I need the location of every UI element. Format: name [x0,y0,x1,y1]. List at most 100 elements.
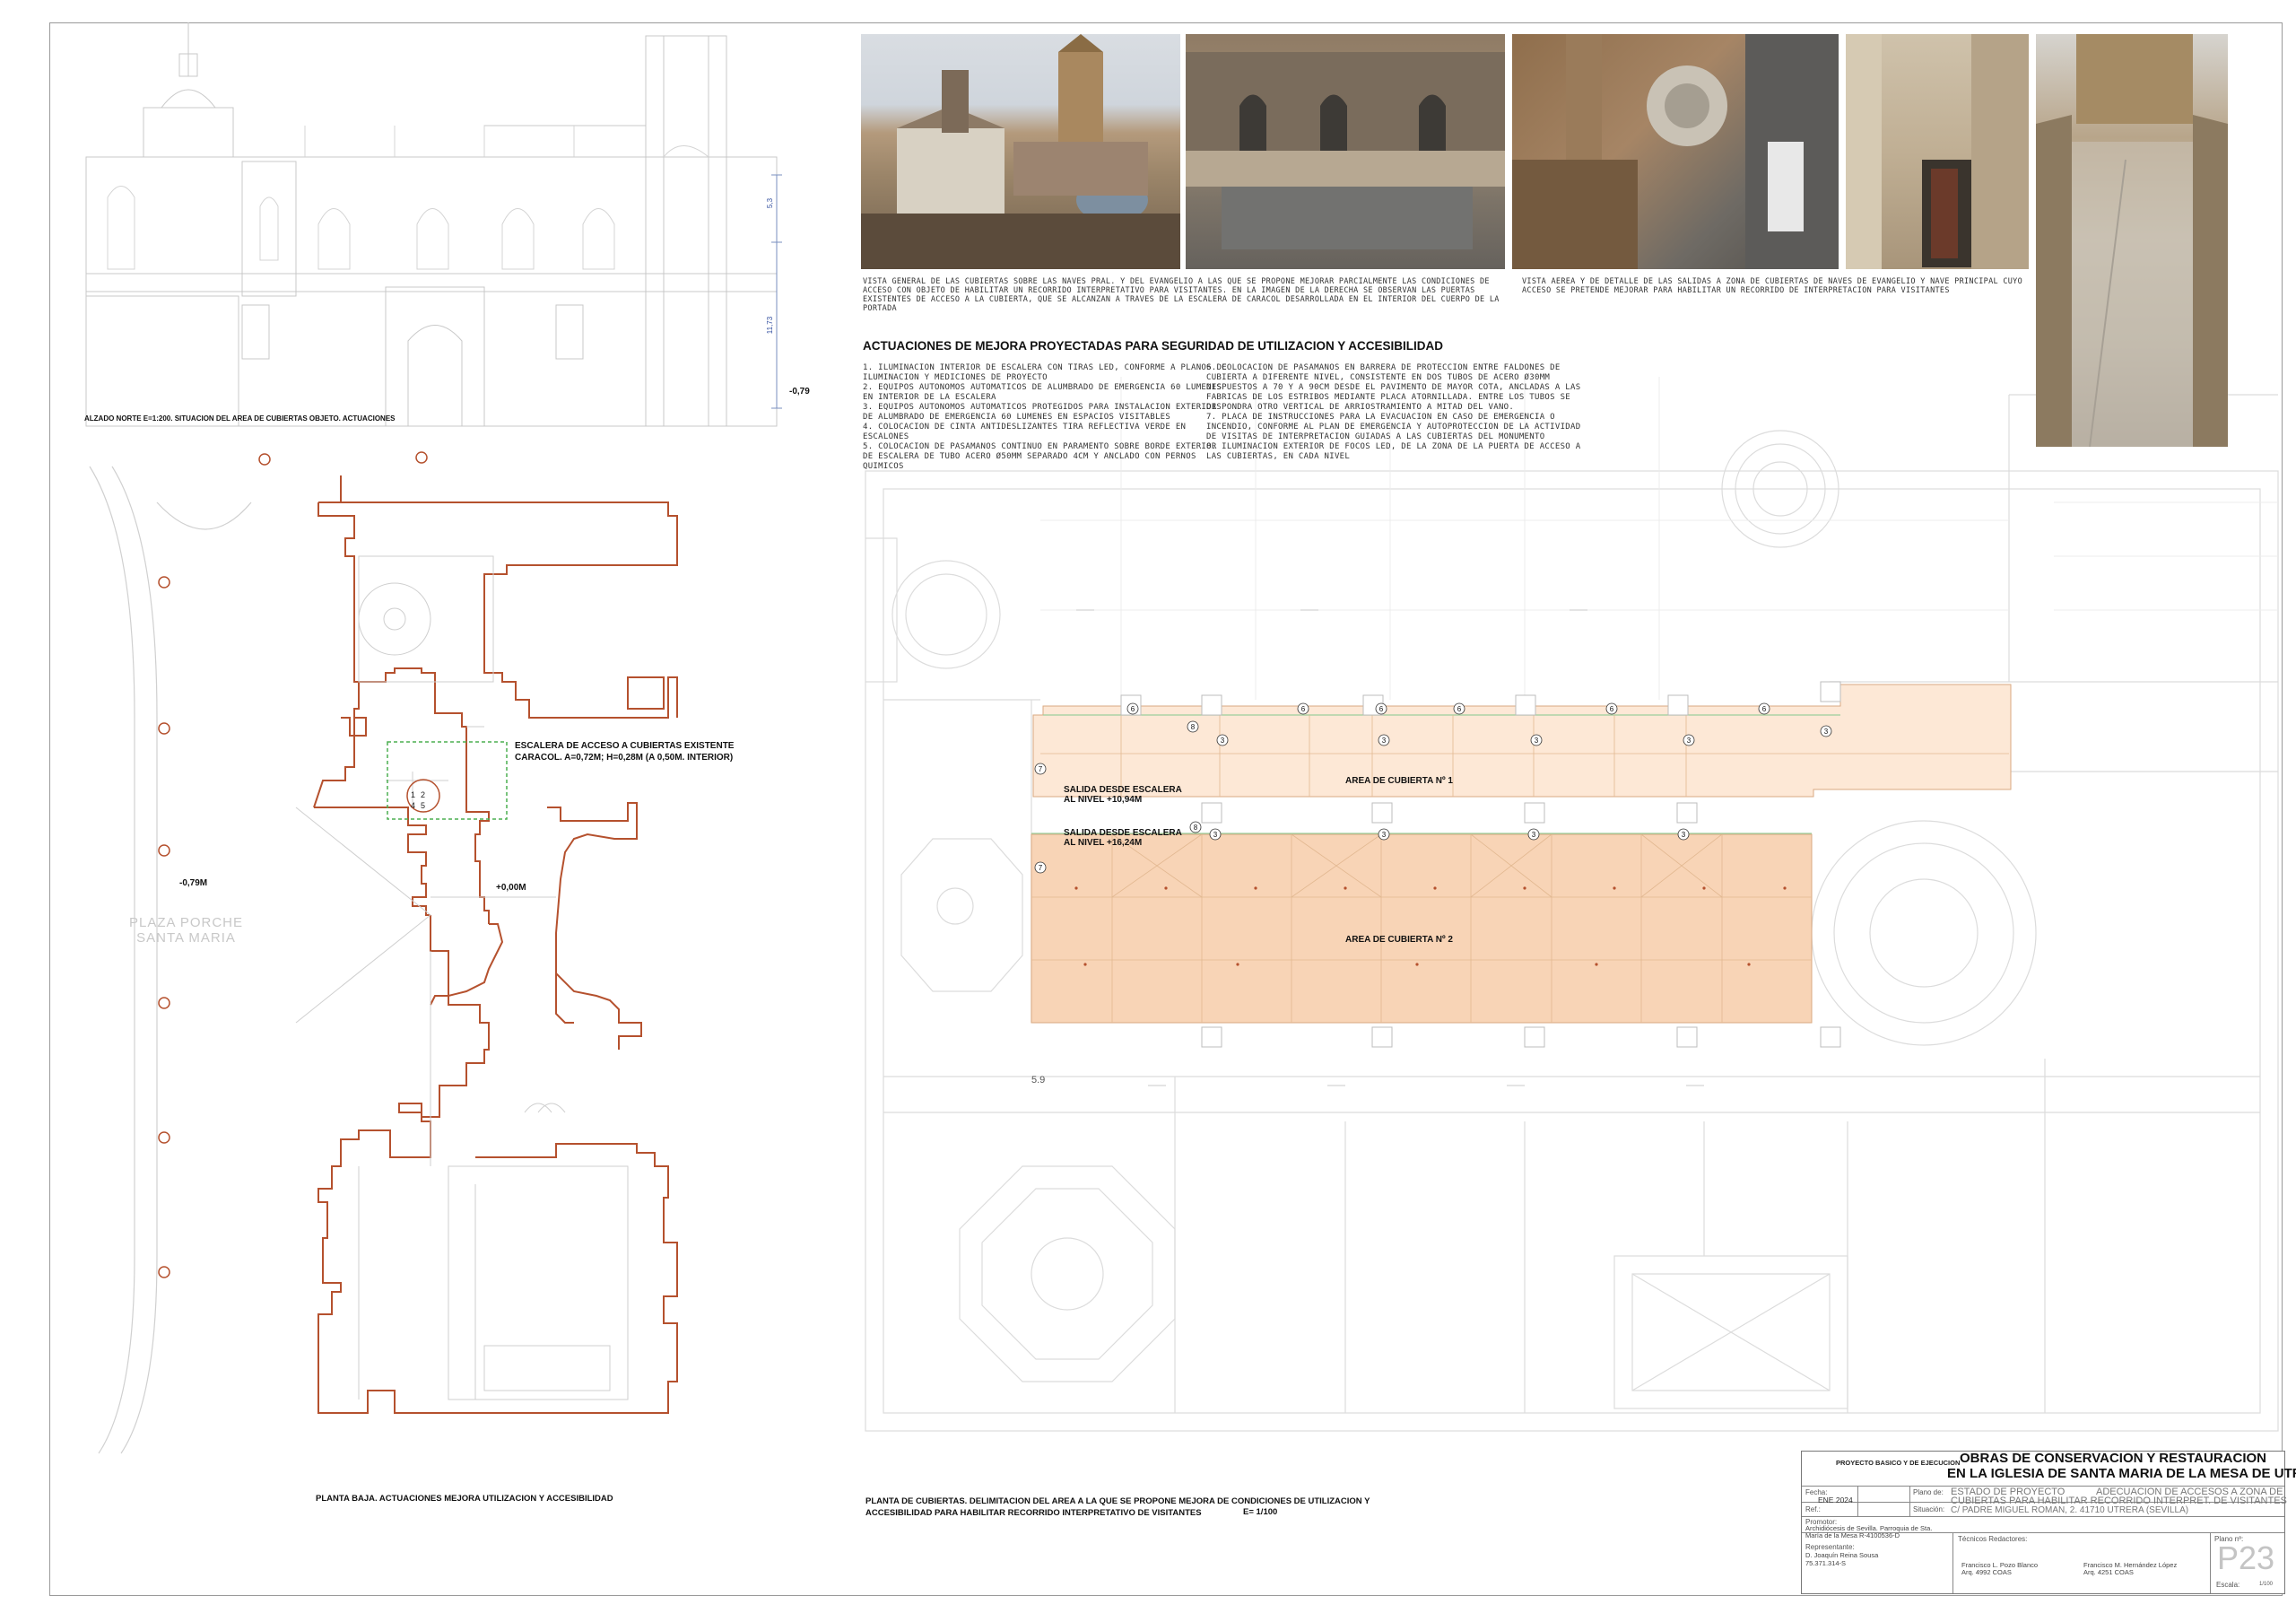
title-block: PROYECTO BASICO Y DE EJECUCION OBRAS DE … [1801,1451,2296,1594]
marker-circle-icon: 6 [1758,702,1770,715]
elevation-dim-upper: 5,3 [766,197,775,209]
action-item: 8. ILUMINACION EXTERIOR DE FOCOS LED, DE… [1206,442,1581,461]
exit-label-2: SALIDA DESDE ESCALERA AL NIVEL +16,24M [1064,828,1182,848]
plano-number: P23 [2217,1539,2275,1576]
actions-title: ACTUACIONES DE MEJORA PROYECTADAS PARA S… [863,339,1444,353]
level-inside: +0,00M [496,883,526,893]
plaza-name: PLAZA PORCHE SANTA MARIA [126,915,247,946]
photo-cathedral-roofs [861,34,1180,269]
photo-stair-door [1846,34,2029,269]
svg-text:6: 6 [1379,705,1384,713]
photo-aerial-view [1512,34,1839,269]
marker-circle-icon: 3 [1527,828,1540,841]
escala-label: Escala: [2216,1581,2240,1589]
representante-value: D. Joaquín Reina Sousa [1805,1551,1879,1559]
tecnico-2-id: Arq. 4251 COAS [2083,1568,2134,1576]
svg-text:3: 3 [1687,737,1692,745]
svg-text:3: 3 [1532,831,1536,839]
action-item: 4. COLOCACION DE CINTA ANTIDESLIZANTES T… [863,423,1187,441]
action-item: 2. EQUIPOS AUTONOMOS AUTOMATICOS DE ALUM… [863,383,1222,402]
photo-caption-2: VISTA AEREA Y DE DETALLE DE LAS SALIDAS … [1522,277,2022,295]
action-item: 3. EQUIPOS AUTONOMOS AUTOMATICOS PROTEGI… [863,403,1217,422]
svg-text:3: 3 [1213,831,1218,839]
stair-number: 5 [421,801,426,810]
marker-circle-icon: 3 [1530,734,1543,746]
stair-label-line-2: CARACOL. A=0,72M; H=0,28M (A 0,50M. INTE… [515,753,734,763]
action-item: 1. ILUMINACION INTERIOR DE ESCALERA CON … [863,363,1228,382]
tecnicos-label: Técnicos Redactores: [1958,1535,2028,1543]
level-outside: -0,79M [179,878,208,888]
marker-circle-icon: 3 [1820,725,1832,737]
svg-text:3: 3 [1221,737,1225,745]
marker-circle-icon: 8 [1189,821,1202,833]
roof-plan-label: PLANTA DE CUBIERTAS. DELIMITACION DEL AR… [865,1496,1370,1519]
elevation-label: ALZADO NORTE E=1:200. SITUACION DEL AREA… [84,414,396,423]
situacion-value: C/ PADRE MIGUEL ROMAN, 2. 41710 UTRERA (… [1951,1505,2189,1515]
svg-text:3: 3 [1382,737,1387,745]
action-item: 7. PLACA DE INSTRUCCIONES PARA LA EVACUA… [1206,413,1581,441]
stair-number: 2 [421,790,426,799]
actions-list-right: 6. COLOCACION DE PASAMANOS EN BARRERA DE… [1206,363,1587,462]
project-type: PROYECTO BASICO Y DE EJECUCION [1836,1459,1961,1467]
photo-caption-1: VISTA GENERAL DE LAS CUBIERTAS SOBRE LAS… [863,277,1500,313]
plaza-name-line-2: SANTA MARIA [136,930,236,946]
marker-circle-icon: 6 [1126,702,1139,715]
svg-text:3: 3 [1382,831,1387,839]
svg-text:6: 6 [1457,705,1462,713]
actions-list-left: 1. ILUMINACION INTERIOR DE ESCALERA CON … [863,363,1231,472]
stair-number: 4 [411,801,416,810]
marker-circle-icon: 6 [1453,702,1465,715]
svg-text:8: 8 [1194,824,1198,832]
tecnico-1-id: Arq. 4992 COAS [1961,1568,2012,1576]
photo-caption: VISTA GENERAL DE LAS CUBIERTAS SOBRE LAS… [863,277,2056,313]
svg-text:3: 3 [1535,737,1539,745]
plaza-name-line-1: PLAZA PORCHE [128,915,244,930]
marker-circle-icon: 3 [1216,734,1229,746]
roof-plan-label-line-2: ACCESIBILIDAD PARA HABILITAR RECORRIDO I… [865,1508,1202,1518]
marker-circle-icon: 6 [1605,702,1618,715]
marker-circle-icon: 3 [1683,734,1695,746]
svg-text:6: 6 [1131,705,1135,713]
stair-number: 1 [411,790,416,799]
marker-circle-icon: 7 [1034,763,1047,775]
ref-label: Ref.: [1805,1505,1821,1513]
plano-de-label: Plano de: [1913,1488,1944,1496]
representante-label: Representante: [1805,1543,1855,1551]
svg-text:6: 6 [1301,705,1306,713]
elevation-dim-lower: 11,73 [766,316,775,335]
elevation-level: -0,79 [789,387,810,397]
roof-area-1-label: AREA DE CUBIERTA Nº 1 [1345,776,1453,786]
svg-text:6: 6 [1610,705,1614,713]
exit-label-1-line-2: AL NIVEL +10,94M [1064,795,1143,805]
svg-text:3: 3 [1682,831,1686,839]
situacion-label: Situación: [1913,1505,1945,1513]
svg-text:6: 6 [1762,705,1767,713]
photo-roof-walkway [2036,34,2228,447]
representante-id: 75.371.314-S [1805,1559,1847,1567]
marker-circle-icon: 7 [1034,861,1047,874]
project-title-1: OBRAS DE CONSERVACION Y RESTAURACION [1960,1451,2266,1466]
marker-circle-icon: 3 [1378,828,1390,841]
marker-circle-icon: 3 [1677,828,1690,841]
exit-label-2-line-2: AL NIVEL +16,24M [1064,838,1143,848]
marker-circle-icon: 6 [1375,702,1387,715]
exit-label-2-line-1: SALIDA DESDE ESCALERA [1064,828,1182,838]
svg-text:8: 8 [1191,723,1196,731]
fecha-value: ENE 2024 [1818,1496,1853,1504]
promotor-value: Archidiócesis de Sevilla. Parroquia de S… [1805,1524,1933,1539]
action-item: 6. COLOCACION DE PASAMANOS EN BARRERA DE… [1206,363,1581,412]
ground-plan-label: PLANTA BAJA. ACTUACIONES MEJORA UTILIZAC… [316,1494,613,1504]
photo-roof-courtyard [1186,34,1505,269]
marker-circle-icon: 3 [1209,828,1222,841]
escala-value: 1/100 [2259,1582,2274,1587]
svg-text:7: 7 [1039,765,1043,773]
exit-label-1: SALIDA DESDE ESCALERA AL NIVEL +10,94M [1064,785,1182,805]
marker-circle-icon: 6 [1297,702,1309,715]
svg-text:3: 3 [1824,728,1829,736]
exit-label-1-line-1: SALIDA DESDE ESCALERA [1064,785,1182,795]
roof-plan-scale: E= 1/100 [1243,1507,1278,1517]
roof-area-2-label: AREA DE CUBIERTA Nº 2 [1345,935,1453,945]
project-title-2: EN LA IGLESIA DE SANTA MARIA DE LA MESA … [1947,1466,2296,1481]
svg-text:7: 7 [1039,864,1043,872]
roof-plan-label-line-1: PLANTA DE CUBIERTAS. DELIMITACION DEL AR… [865,1496,1370,1506]
